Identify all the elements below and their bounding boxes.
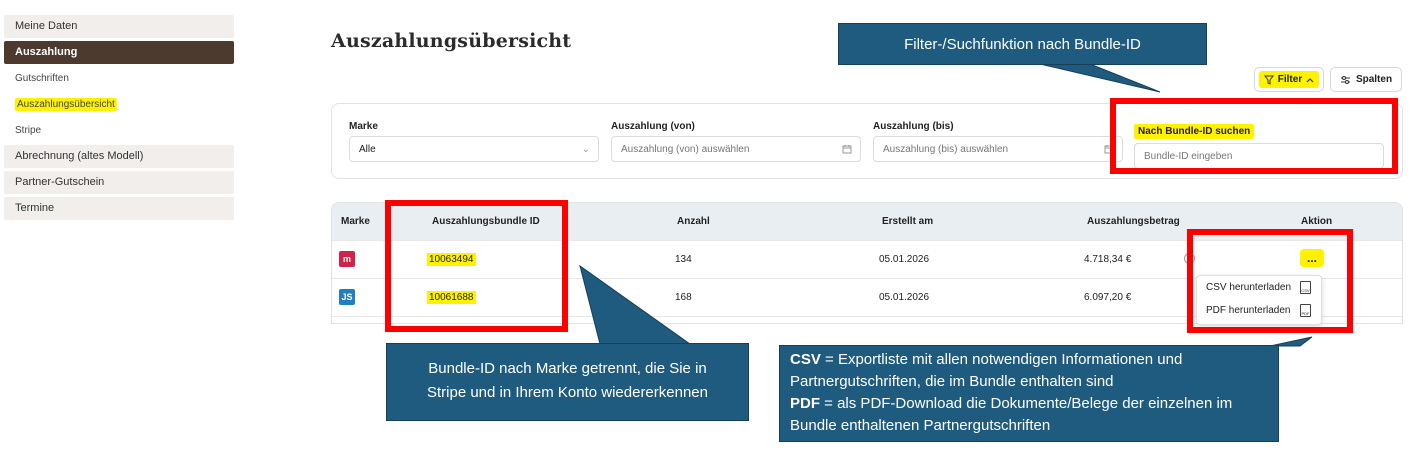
from-filter-label: Auszahlung (von) [611, 121, 695, 132]
to-filter-label: Auszahlung (bis) [873, 121, 954, 132]
col-erstellt: Erstellt am [882, 216, 934, 227]
amount-cell: 6.097,20 € [1084, 292, 1132, 303]
chevron-up-icon [1306, 77, 1314, 82]
created-cell: 05.01.2026 [879, 254, 930, 265]
col-betrag: Auszahlungsbetrag [1087, 216, 1180, 227]
callout-downloads: CSV = Exportliste mit allen notwendigen … [779, 345, 1279, 442]
columns-button-label: Spalten [1355, 74, 1393, 85]
annotation-box-filter [1110, 98, 1398, 174]
brand-select[interactable]: Alle ⌄ [349, 136, 599, 162]
page-title: Auszahlungsübersicht [331, 30, 572, 52]
from-filter: Auszahlung (von) Auszahlung (von) auswäh… [611, 121, 861, 162]
sliders-icon [1340, 75, 1350, 84]
col-aktion: Aktion [1301, 216, 1333, 227]
brand-filter: Marke Alle ⌄ [349, 121, 599, 162]
filter-icon [1263, 75, 1274, 85]
annotation-box-bundle-id [385, 200, 568, 332]
sidebar-item-auszahlungsuebersicht[interactable]: Auszahlungsübersicht [4, 93, 234, 116]
from-date-input[interactable]: Auszahlung (von) auswählen [611, 136, 861, 162]
sidebar-item-stripe[interactable]: Stripe [4, 119, 234, 142]
chevron-down-icon: ⌄ [581, 143, 590, 155]
sidebar-item-termine[interactable]: Termine [4, 197, 234, 220]
count-cell: 168 [675, 292, 692, 303]
sidebar-item-auszahlung[interactable]: Auszahlung [4, 41, 234, 64]
sidebar-item-abrechnung[interactable]: Abrechnung (altes Modell) [4, 145, 234, 168]
amount-cell: 4.718,34 € [1084, 254, 1132, 265]
to-filter: Auszahlung (bis) Auszahlung (bis) auswäh… [873, 121, 1123, 162]
brand-filter-label: Marke [349, 121, 378, 132]
filter-button-label: Filter [1277, 74, 1303, 85]
callout-bundle-id: Bundle-ID nach Marke getrennt, die Sie i… [386, 343, 749, 421]
callout-filter: Filter-/Suchfunktion nach Bundle-ID [838, 23, 1207, 65]
brand-logo: JS [339, 289, 355, 305]
annotation-box-actions [1187, 229, 1353, 333]
sidebar-item-gutschriften[interactable]: Gutschriften [4, 67, 234, 90]
col-anzahl: Anzahl [677, 216, 710, 227]
sidebar-item-partner-gutschein[interactable]: Partner-Gutschein [4, 171, 234, 194]
count-cell: 134 [675, 254, 692, 265]
columns-button[interactable]: Spalten [1330, 67, 1402, 92]
brand-logo: m [339, 251, 355, 267]
calendar-icon [842, 145, 852, 154]
filter-button[interactable]: Filter [1254, 67, 1324, 92]
sidebar: Meine Daten Auszahlung Gutschriften Ausz… [4, 15, 234, 223]
sidebar-item-meine-daten[interactable]: Meine Daten [4, 15, 234, 38]
col-marke: Marke [341, 216, 370, 227]
to-date-input[interactable]: Auszahlung (bis) auswählen [873, 136, 1123, 162]
created-cell: 05.01.2026 [879, 292, 930, 303]
